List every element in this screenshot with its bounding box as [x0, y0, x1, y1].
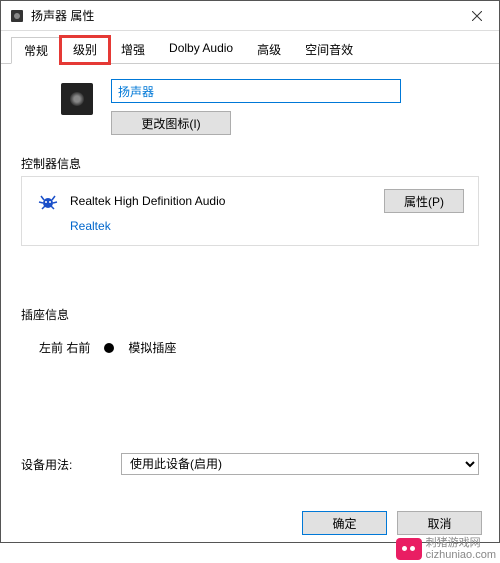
usage-label: 设备用法:: [21, 456, 111, 473]
tab-content: 更改图标(I) 控制器信息 Realtek High Definition Au…: [1, 64, 499, 490]
vendor-link[interactable]: Realtek: [70, 219, 111, 233]
titlebar: 扬声器 属性: [1, 1, 499, 31]
controller-group-label: 控制器信息: [21, 155, 479, 172]
watermark-line2: cizhuniao.com: [426, 549, 496, 561]
window-title: 扬声器 属性: [31, 7, 454, 24]
tab-advanced[interactable]: 高级: [245, 37, 293, 63]
controller-properties-button[interactable]: 属性(P): [384, 189, 464, 213]
properties-dialog: 扬声器 属性 常规 级别 增强 Dolby Audio 高级 空间音效 更改图标…: [0, 0, 500, 543]
watermark: 刺猪游戏网 cizhuniao.com: [396, 537, 496, 561]
change-icon-button[interactable]: 更改图标(I): [111, 111, 231, 135]
controller-group: Realtek High Definition Audio 属性(P) Real…: [21, 176, 479, 246]
tab-levels[interactable]: 级别: [61, 37, 109, 63]
cancel-button[interactable]: 取消: [397, 511, 482, 535]
watermark-icon: [396, 538, 422, 560]
ok-button[interactable]: 确定: [302, 511, 387, 535]
jack-position: 左前 右前: [39, 339, 90, 356]
watermark-line1: 刺猪游戏网: [426, 537, 496, 549]
tab-spatial[interactable]: 空间音效: [293, 37, 365, 63]
jack-group-label: 插座信息: [21, 306, 479, 323]
app-icon: [9, 8, 25, 24]
tab-strip: 常规 级别 增强 Dolby Audio 高级 空间音效: [1, 31, 499, 64]
tab-enhancements[interactable]: 增强: [109, 37, 157, 63]
device-header: 更改图标(I): [61, 79, 479, 135]
speaker-icon: [61, 83, 93, 115]
controller-name: Realtek High Definition Audio: [70, 194, 374, 208]
tab-dolby[interactable]: Dolby Audio: [157, 37, 245, 63]
device-name-input[interactable]: [111, 79, 401, 103]
tab-general[interactable]: 常规: [11, 37, 61, 64]
jack-group: 左前 右前 模拟插座: [21, 327, 479, 368]
close-button[interactable]: [454, 1, 499, 30]
dialog-buttons: 确定 取消: [302, 511, 482, 535]
realtek-icon: [36, 189, 60, 213]
usage-select[interactable]: 使用此设备(启用): [121, 453, 479, 475]
jack-type: 模拟插座: [128, 339, 176, 356]
jack-color-indicator: [104, 343, 114, 353]
device-usage-row: 设备用法: 使用此设备(启用): [21, 453, 479, 475]
